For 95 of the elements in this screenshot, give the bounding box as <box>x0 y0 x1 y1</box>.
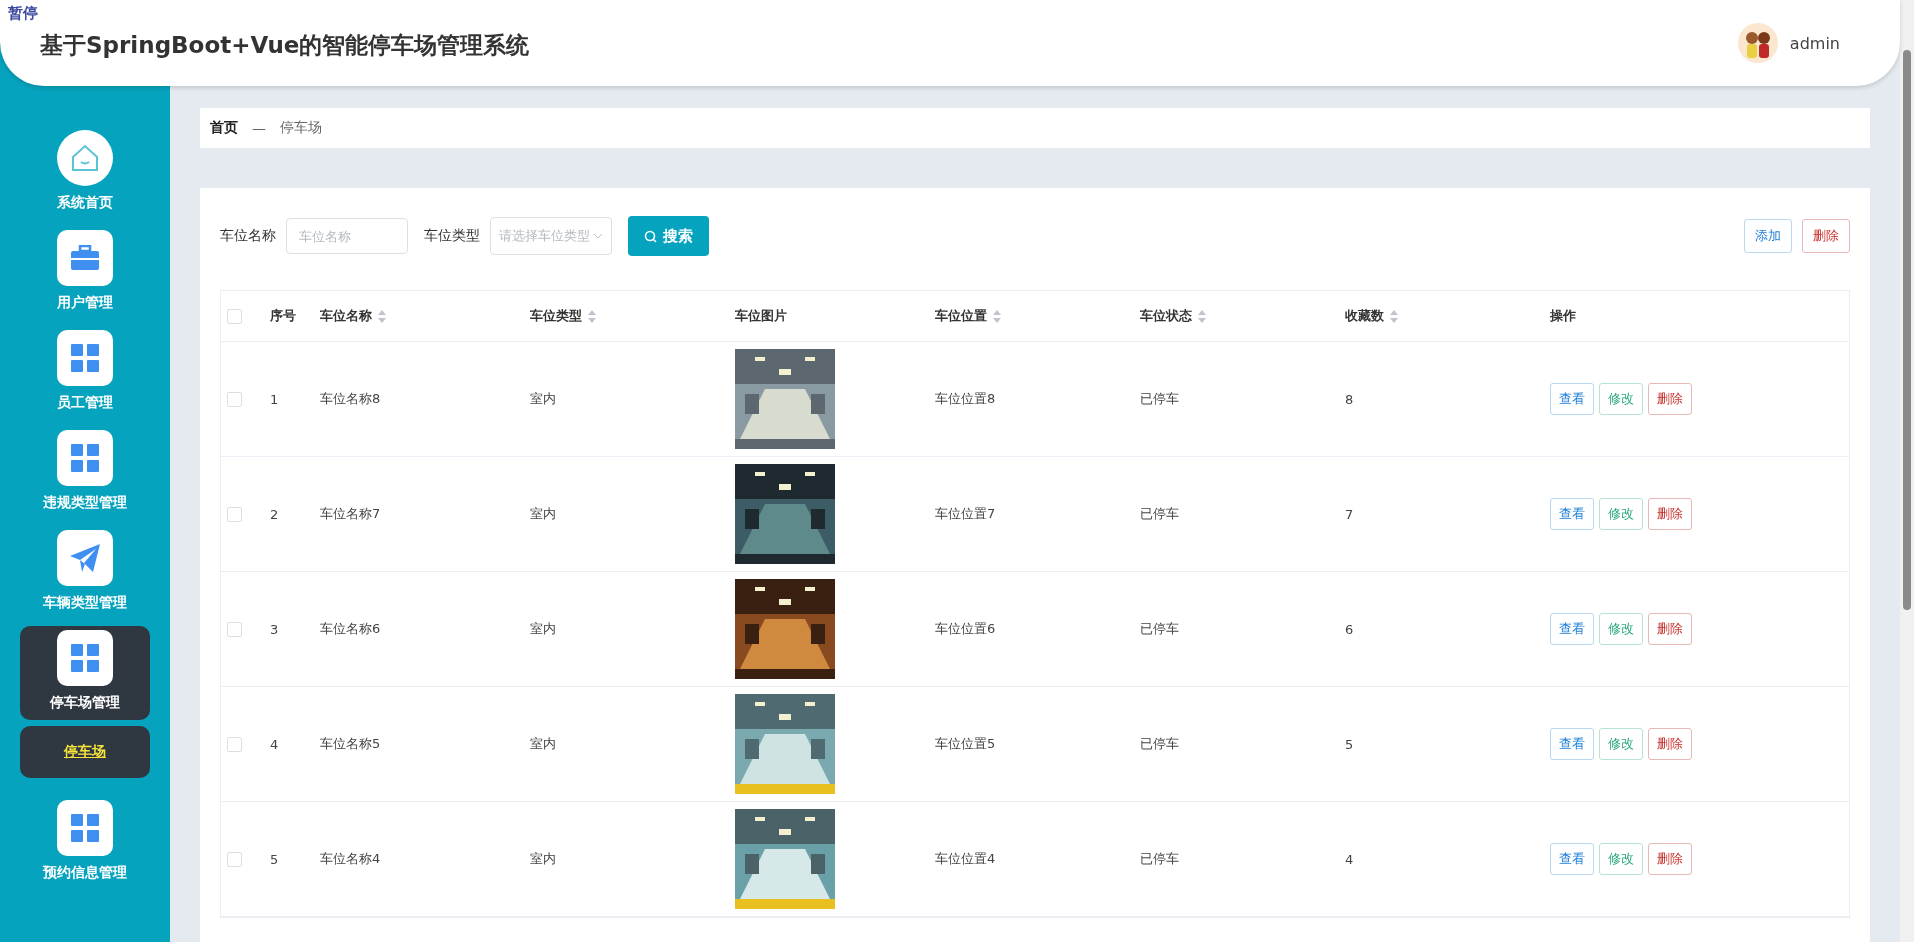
avatar-icon[interactable] <box>1737 23 1778 63</box>
column-header: 序号 <box>270 307 296 325</box>
table-cell: 室内 <box>530 620 556 638</box>
table-cell: 5 <box>270 851 279 867</box>
delete-button[interactable]: 删除 <box>1802 219 1850 253</box>
table-cell: 室内 <box>530 390 556 408</box>
paper-plane-icon <box>57 530 113 586</box>
edit-button[interactable]: 修改 <box>1599 843 1643 875</box>
table-cell: 5 <box>1345 736 1354 752</box>
sort-icon[interactable] <box>993 309 1001 323</box>
table-cell: 已停车 <box>1140 620 1179 638</box>
column-header: 收藏数 <box>1345 307 1384 325</box>
table-cell: 车位位置8 <box>935 390 996 408</box>
breadcrumb-link[interactable]: 首页 <box>210 119 238 137</box>
table-cell: 已停车 <box>1140 390 1179 408</box>
grid-icon <box>57 800 113 856</box>
column-header: 车位类型 <box>530 307 582 325</box>
delete-button[interactable]: 删除 <box>1648 383 1692 415</box>
delete-button[interactable]: 删除 <box>1648 613 1692 645</box>
add-button[interactable]: 添加 <box>1744 219 1792 253</box>
table-cell: 车位位置5 <box>935 735 996 753</box>
submenu-item[interactable]: 停车场 <box>20 726 150 778</box>
column-header: 车位位置 <box>935 307 987 325</box>
view-button[interactable]: 查看 <box>1550 383 1594 415</box>
table-cell: 车位名称7 <box>320 505 381 523</box>
pause-label: 暂停 <box>8 4 38 22</box>
grid-icon <box>57 330 113 386</box>
table-cell: 已停车 <box>1140 735 1179 753</box>
chevron-down-icon <box>593 233 603 239</box>
checkbox[interactable] <box>227 851 242 867</box>
checkbox[interactable] <box>227 736 242 752</box>
table-cell: 已停车 <box>1140 850 1179 868</box>
checkbox[interactable] <box>227 506 242 522</box>
table-cell: 车位名称6 <box>320 620 381 638</box>
table-cell: 室内 <box>530 850 556 868</box>
breadcrumb-separator: — <box>252 120 266 136</box>
table-cell: 4 <box>270 736 279 752</box>
sort-icon[interactable] <box>378 309 386 323</box>
scrollbar[interactable] <box>1900 0 1914 942</box>
view-button[interactable]: 查看 <box>1550 843 1594 875</box>
table-cell: 1 <box>270 391 279 407</box>
edit-button[interactable]: 修改 <box>1599 613 1643 645</box>
column-header: 操作 <box>1550 307 1576 325</box>
delete-button[interactable]: 删除 <box>1648 498 1692 530</box>
edit-button[interactable]: 修改 <box>1599 383 1643 415</box>
view-button[interactable]: 查看 <box>1550 498 1594 530</box>
column-header: 车位状态 <box>1140 307 1192 325</box>
checkbox[interactable] <box>227 391 242 407</box>
delete-button[interactable]: 删除 <box>1648 728 1692 760</box>
search-button[interactable]: 搜索 <box>628 216 709 256</box>
table-cell: 7 <box>1345 506 1354 522</box>
table-cell: 车位位置7 <box>935 505 996 523</box>
edit-button[interactable]: 修改 <box>1599 498 1643 530</box>
view-button[interactable]: 查看 <box>1550 728 1594 760</box>
table-cell: 4 <box>1345 851 1354 867</box>
table-cell: 车位名称8 <box>320 390 381 408</box>
sort-icon[interactable] <box>1390 309 1398 323</box>
checkbox[interactable] <box>227 308 242 324</box>
table-cell: 车位名称5 <box>320 735 381 753</box>
view-button[interactable]: 查看 <box>1550 613 1594 645</box>
column-header: 车位图片 <box>735 307 787 325</box>
table-cell: 8 <box>1345 391 1354 407</box>
table-cell: 已停车 <box>1140 505 1179 523</box>
menu-item[interactable]: 预约信息管理 <box>20 796 150 890</box>
grid-icon <box>57 430 113 486</box>
field-label: 车位名称 <box>220 227 276 245</box>
edit-button[interactable]: 修改 <box>1599 728 1643 760</box>
table-cell: 3 <box>270 621 279 637</box>
table-cell: 室内 <box>530 505 556 523</box>
table-cell: 车位名称4 <box>320 850 381 868</box>
breadcrumb-link[interactable]: 停车场 <box>280 119 322 137</box>
checkbox[interactable] <box>227 621 242 637</box>
column-header: 车位名称 <box>320 307 372 325</box>
menu-item[interactable]: 用户管理 <box>20 226 150 320</box>
table-cell: 6 <box>1345 621 1354 637</box>
app-title: 基于SpringBoot+Vue的智能停车场管理系统 <box>40 30 531 60</box>
menu-item[interactable]: 车辆类型管理 <box>20 526 150 620</box>
table-cell: 车位位置6 <box>935 620 996 638</box>
table-cell: 车位位置4 <box>935 850 996 868</box>
table-cell: 2 <box>270 506 279 522</box>
field-label: 车位类型 <box>424 227 480 245</box>
search-icon <box>644 229 657 243</box>
user-name[interactable]: admin <box>1789 33 1840 53</box>
menu-item-active[interactable]: 停车场管理 <box>20 626 150 720</box>
briefcase-icon <box>57 230 113 286</box>
menu-item[interactable]: 系统首页 <box>20 126 150 220</box>
menu-item[interactable]: 违规类型管理 <box>20 426 150 520</box>
house-icon <box>57 130 113 186</box>
sort-icon[interactable] <box>588 309 596 323</box>
sort-icon[interactable] <box>1198 309 1206 323</box>
table-cell: 室内 <box>530 735 556 753</box>
input-field[interactable]: 车位名称 <box>286 218 408 254</box>
menu-item[interactable]: 员工管理 <box>20 326 150 420</box>
delete-button[interactable]: 删除 <box>1648 843 1692 875</box>
grid-icon <box>57 630 113 686</box>
